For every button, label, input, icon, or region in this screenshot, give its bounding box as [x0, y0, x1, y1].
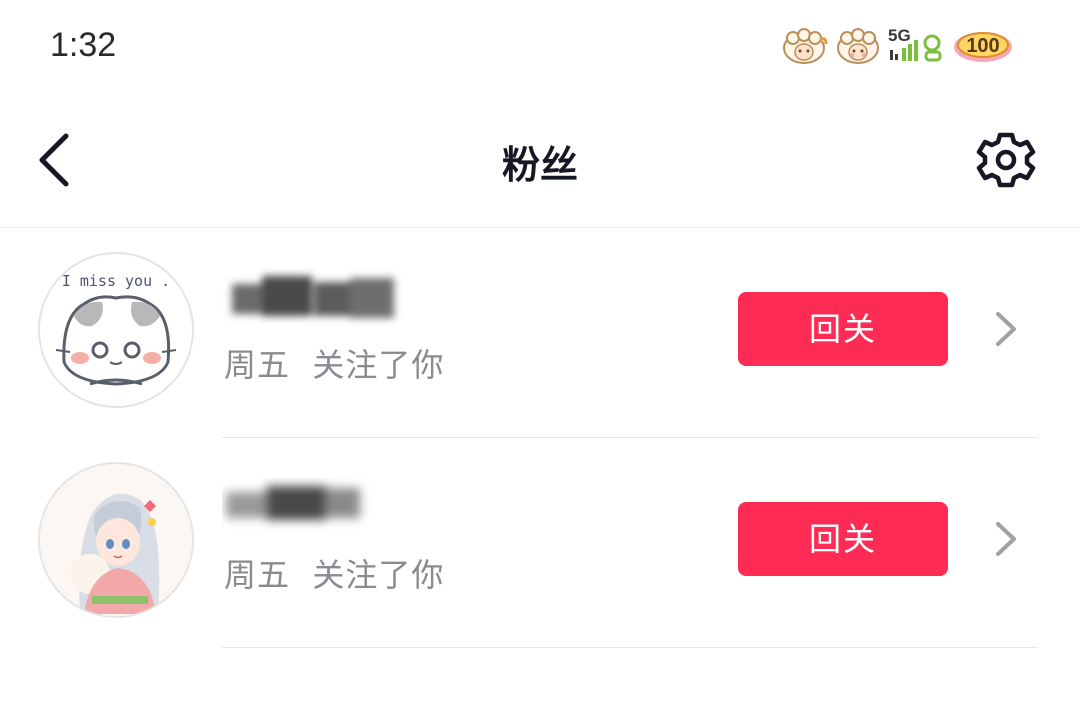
- avatar-caption: I miss you .: [62, 272, 170, 290]
- status-icons: 5G 100: [780, 24, 1014, 68]
- follow-back-button[interactable]: 回关: [738, 292, 948, 366]
- anime-girl-avatar-icon: [40, 464, 192, 616]
- follow-info: 周五 关注了你: [224, 346, 445, 384]
- gear-icon: [976, 132, 1036, 188]
- nav-bar: 粉丝: [0, 90, 1080, 228]
- battery-level: 100: [966, 35, 1000, 57]
- cat-avatar-icon: I miss you .: [55, 272, 177, 386]
- avatar[interactable]: [38, 462, 194, 618]
- follower-list: I miss you . 周五 关注了你 回关 周五 关注了你 回关: [0, 228, 1080, 648]
- follow-info: 周五 关注了你: [224, 556, 445, 594]
- divider: [222, 647, 1038, 648]
- chevron-right-icon[interactable]: [990, 518, 1022, 560]
- username-obscured[interactable]: [222, 478, 406, 536]
- follower-row[interactable]: 周五 关注了你 回关: [0, 438, 1080, 648]
- sheep-sticker-icon: [783, 28, 828, 64]
- status-time: 1:32: [50, 26, 117, 64]
- avatar[interactable]: I miss you .: [38, 252, 194, 408]
- sheep-sticker-icon: [837, 28, 879, 64]
- chevron-right-icon[interactable]: [990, 308, 1022, 350]
- battery-icon: 100: [952, 26, 1014, 66]
- follow-back-button[interactable]: 回关: [738, 502, 948, 576]
- signal-5g-icon: 5G: [888, 26, 946, 66]
- settings-button[interactable]: [976, 130, 1036, 190]
- status-bar: 1:32 5G 100: [0, 0, 1080, 90]
- page-title: 粉丝: [501, 143, 578, 187]
- username-obscured[interactable]: [222, 268, 406, 326]
- follower-row[interactable]: I miss you . 周五 关注了你 回关: [0, 228, 1080, 438]
